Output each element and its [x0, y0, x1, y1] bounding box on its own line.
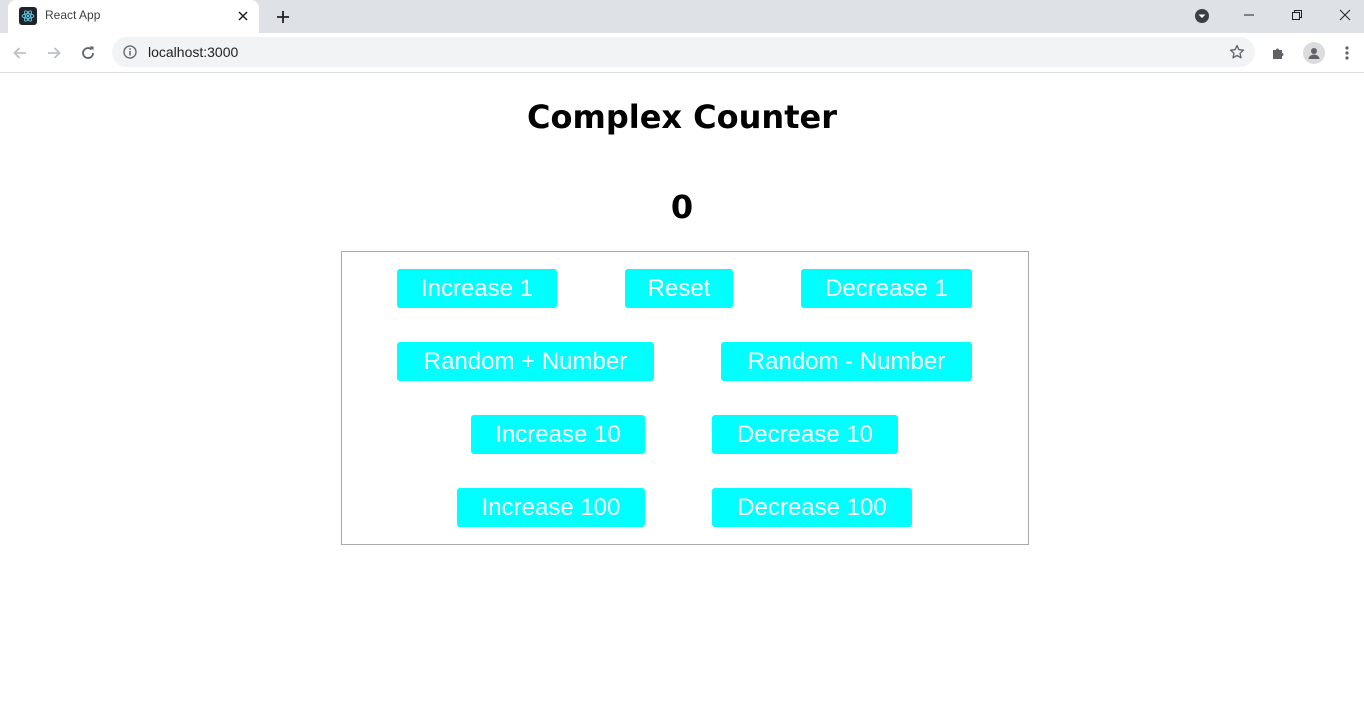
kebab-menu-icon[interactable] [1333, 39, 1361, 67]
tab-title: React App [45, 8, 101, 22]
random-plus-button[interactable]: Random + Number [397, 342, 654, 381]
decrease-1-button[interactable]: Decrease 1 [801, 269, 972, 308]
random-minus-button[interactable]: Random - Number [721, 342, 972, 381]
window-close-icon[interactable] [1322, 0, 1364, 30]
increase-1-button[interactable]: Increase 1 [397, 269, 557, 308]
close-icon[interactable] [233, 6, 253, 26]
button-panel: Increase 1 Reset Decrease 1 Random + Num… [341, 251, 1029, 545]
reload-icon[interactable] [74, 39, 102, 67]
address-bar[interactable]: localhost:3000 [112, 37, 1255, 67]
avatar [1303, 42, 1325, 64]
increase-10-button[interactable]: Increase 10 [471, 415, 645, 454]
url-text: localhost:3000 [148, 44, 239, 60]
plus-icon[interactable] [271, 5, 295, 29]
arrow-left-icon[interactable] [6, 39, 34, 67]
info-icon[interactable] [122, 44, 138, 60]
browser-toolbar: localhost:3000 [0, 33, 1364, 73]
reset-button[interactable]: Reset [625, 269, 733, 308]
puzzle-icon[interactable] [1265, 39, 1293, 67]
minimize-icon[interactable] [1226, 0, 1272, 30]
arrow-right-icon[interactable] [40, 39, 68, 67]
restore-icon[interactable] [1274, 0, 1320, 30]
page-title: Complex Counter [527, 98, 837, 136]
react-logo-icon [19, 7, 37, 25]
decrease-100-button[interactable]: Decrease 100 [712, 488, 912, 527]
person-icon[interactable] [1300, 39, 1328, 67]
star-icon[interactable] [1227, 42, 1247, 62]
tab-strip: React App [0, 0, 1364, 33]
increase-100-button[interactable]: Increase 100 [457, 488, 645, 527]
browser-tab[interactable]: React App [8, 0, 259, 33]
counter-value: 0 [670, 188, 694, 226]
tab-search-icon[interactable] [1192, 6, 1212, 26]
decrease-10-button[interactable]: Decrease 10 [712, 415, 898, 454]
